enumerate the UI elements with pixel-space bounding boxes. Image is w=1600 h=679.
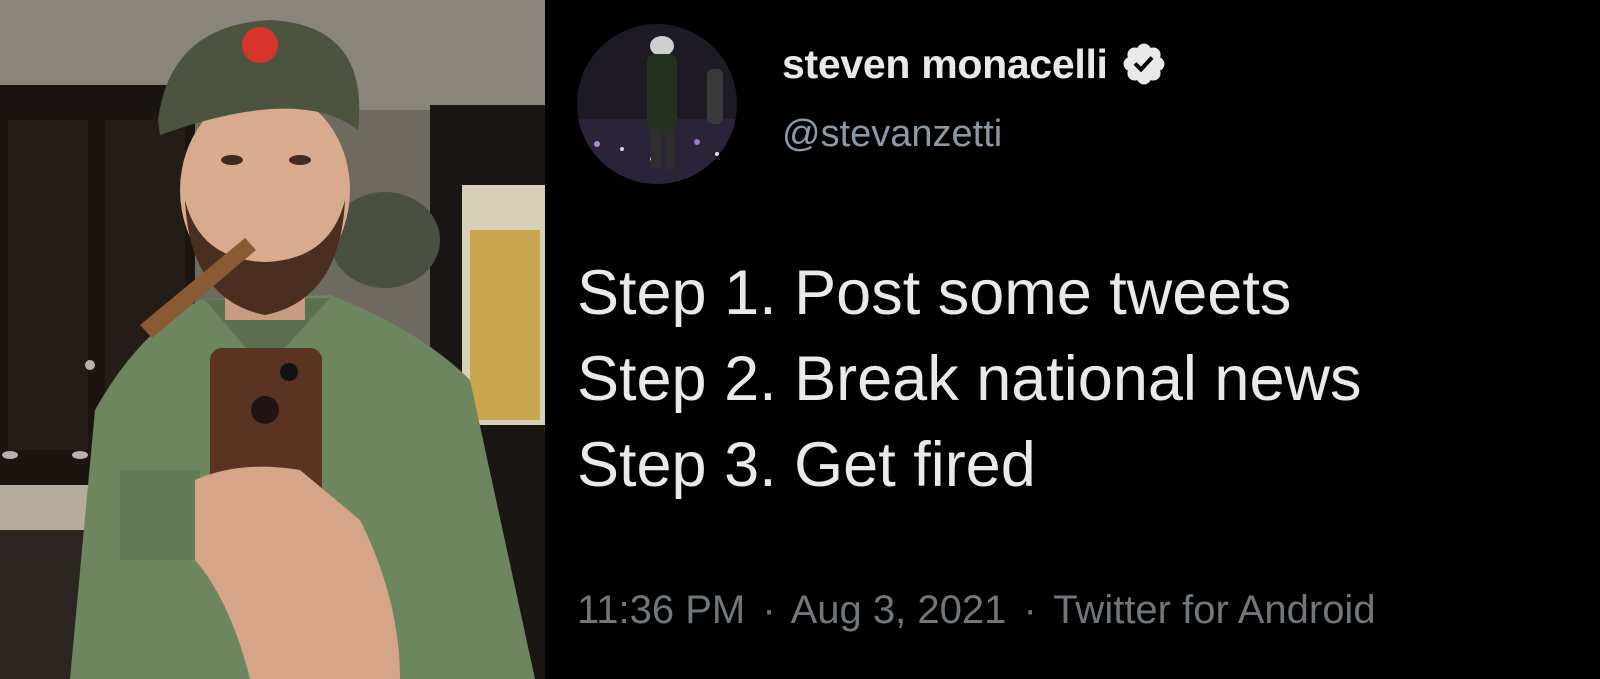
avatar-image [577, 24, 737, 184]
tweet-card: steven monacelli @stevanzetti Step 1. Po… [545, 0, 1600, 679]
tweet-line: Step 3. Get fired [577, 430, 1036, 500]
author-display-name[interactable]: steven monacelli [782, 41, 1108, 88]
tweet-meta: 11:36 PM · Aug 3, 2021 · Twitter for And… [577, 588, 1376, 633]
tweet-line: Step 2. Break national news [577, 344, 1362, 414]
author-avatar[interactable] [577, 24, 737, 184]
tweet-text: Step 1. Post some tweets Step 2. Break n… [577, 250, 1362, 508]
tweet-source: Twitter for Android [1053, 588, 1376, 632]
author-name-row: steven monacelli [782, 40, 1168, 88]
tweet-time[interactable]: 11:36 PM [577, 588, 745, 632]
meta-separator: · [762, 588, 776, 632]
profile-photo [0, 0, 545, 679]
tweet-date[interactable]: Aug 3, 2021 [791, 588, 1007, 632]
tweet-line: Step 1. Post some tweets [577, 258, 1292, 328]
meta-separator: · [1023, 588, 1037, 632]
author-handle[interactable]: @stevanzetti [782, 113, 1002, 156]
photo-illustration [0, 0, 545, 679]
verified-badge-icon [1123, 43, 1165, 85]
